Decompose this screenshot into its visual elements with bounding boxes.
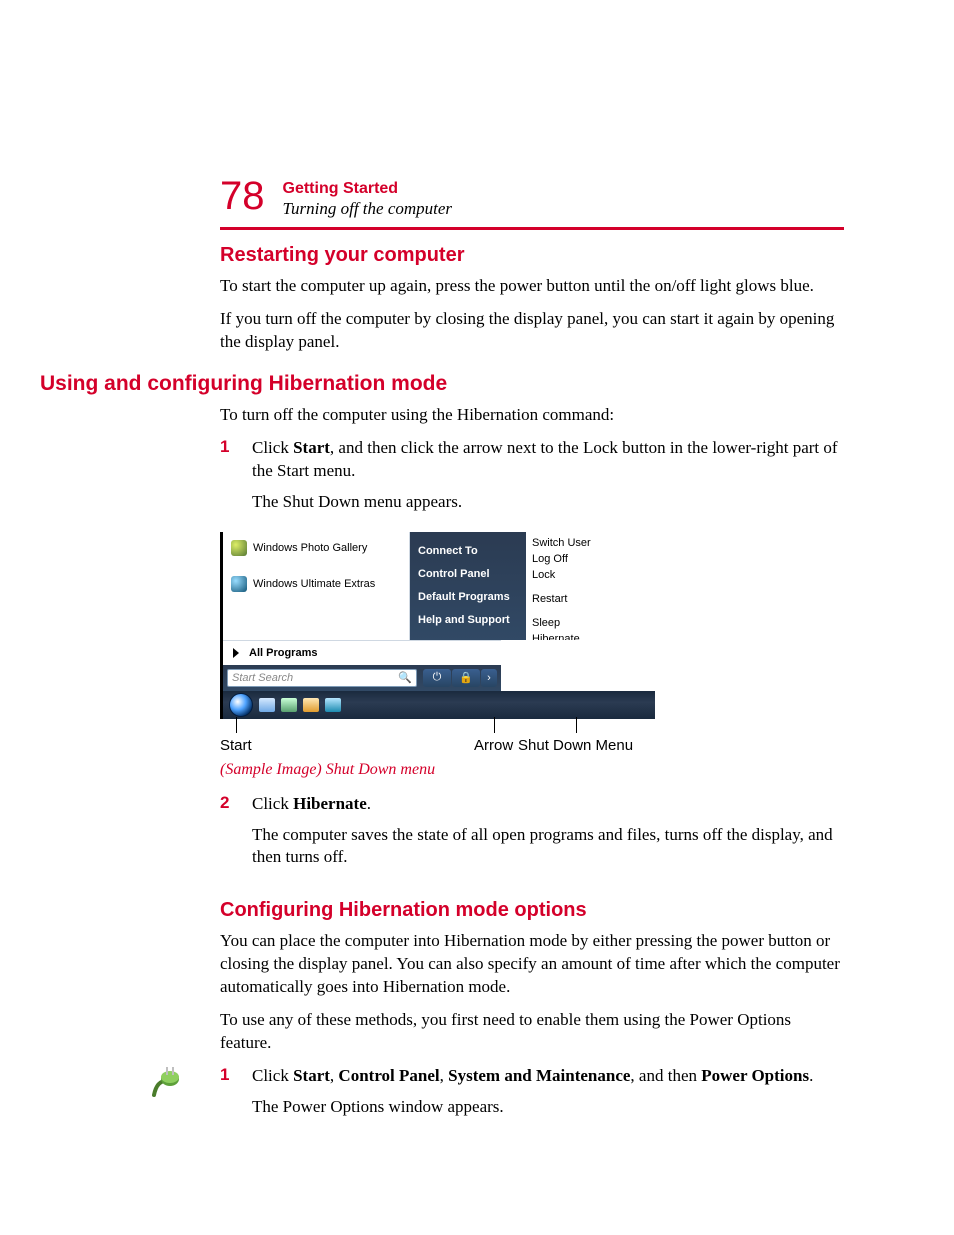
chevron-right-icon: ›: [487, 672, 491, 684]
menu-item[interactable]: Sleep: [532, 616, 649, 630]
menu-item[interactable]: Lock: [532, 568, 649, 582]
all-programs-button[interactable]: All Programs: [223, 640, 501, 665]
shutdown-arrow-button[interactable]: ›: [481, 669, 497, 687]
search-icon: 🔍: [398, 671, 412, 684]
taskbar-icon[interactable]: [259, 698, 275, 712]
taskbar-icon[interactable]: [325, 698, 341, 712]
chapter-title: Getting Started: [283, 180, 845, 198]
menu-item[interactable]: Log Off: [532, 552, 649, 566]
photo-gallery-icon: [231, 540, 247, 556]
taskbar-icon[interactable]: [303, 698, 319, 712]
callout-labels: Start Arrow Shut Down Menu: [220, 719, 652, 759]
paragraph: To turn off the computer using the Hiber…: [220, 404, 844, 427]
power-icon: ⏻: [433, 671, 442, 684]
manual-page: 78 Getting Started Turning off the compu…: [0, 0, 954, 1193]
menu-item[interactable]: Help and Support: [418, 614, 518, 626]
step-text: The computer saves the state of all open…: [252, 824, 844, 870]
step-number: 1: [220, 1065, 232, 1127]
callout: Start: [220, 737, 252, 754]
header-rule: [220, 227, 844, 230]
menu-item[interactable]: Switch User: [532, 536, 649, 550]
step-text: The Power Options window appears.: [252, 1096, 813, 1119]
figure-caption: (Sample Image) Shut Down menu: [220, 761, 652, 779]
running-header: 78 Getting Started Turning off the compu…: [220, 178, 844, 219]
sample-image-shutdown-menu: Windows Photo Gallery Windows Ultimate E…: [220, 532, 652, 779]
power-button[interactable]: ⏻: [423, 669, 451, 687]
start-menu-left-pane: Windows Photo Gallery Windows Ultimate E…: [223, 532, 410, 640]
start-menu-right-pane: Connect To Control Panel Default Program…: [410, 532, 526, 640]
section-title: Turning off the computer: [283, 199, 845, 219]
menu-item[interactable]: Connect To: [418, 545, 518, 557]
step-text: Click Start, and then click the arrow ne…: [252, 437, 844, 483]
lock-icon: 🔒: [459, 671, 473, 684]
paragraph: To start the computer up again, press th…: [220, 275, 844, 298]
taskbar: [223, 691, 655, 719]
step-number: 1: [220, 437, 232, 522]
shutdown-submenu: Switch User Log Off Lock Restart Sleep H…: [526, 532, 655, 640]
step-number: 2: [220, 793, 232, 878]
lock-button[interactable]: 🔒: [452, 669, 480, 687]
power-options-margin-icon: [150, 1065, 186, 1106]
step-text: Click Hibernate.: [252, 793, 844, 816]
step-text: Click Start, Control Panel, System and M…: [252, 1065, 813, 1088]
step-1c: 1 Click Start, Control Panel, System and…: [220, 1065, 844, 1127]
start-menu-screenshot: Windows Photo Gallery Windows Ultimate E…: [220, 532, 655, 719]
triangle-right-icon: [233, 648, 239, 658]
callout: Shut Down Menu: [518, 737, 633, 754]
program-item[interactable]: Windows Photo Gallery: [227, 538, 405, 558]
step-1a: 1 Click Start, and then click the arrow …: [220, 437, 844, 522]
menu-item[interactable]: Default Programs: [418, 591, 518, 603]
ultimate-extras-icon: [231, 576, 247, 592]
callout: Arrow: [474, 737, 513, 754]
heading-restarting: Restarting your computer: [220, 244, 844, 267]
page-number: 78: [220, 176, 265, 216]
paragraph: You can place the computer into Hibernat…: [220, 930, 844, 999]
taskbar-icon[interactable]: [281, 698, 297, 712]
program-item[interactable]: Windows Ultimate Extras: [227, 574, 405, 594]
paragraph: If you turn off the computer by closing …: [220, 308, 844, 354]
heading-configuring-hibernation: Configuring Hibernation mode options: [220, 899, 844, 922]
heading-hibernation: Using and configuring Hibernation mode: [40, 372, 844, 396]
menu-item[interactable]: Restart: [532, 592, 649, 606]
step-text: The Shut Down menu appears.: [252, 491, 844, 514]
start-orb-icon[interactable]: [229, 693, 253, 717]
step-2a: 2 Click Hibernate. The computer saves th…: [220, 793, 844, 878]
start-search-input[interactable]: Start Search 🔍: [227, 669, 417, 687]
menu-item[interactable]: Control Panel: [418, 568, 518, 580]
power-plug-icon: [150, 1065, 186, 1101]
paragraph: To use any of these methods, you first n…: [220, 1009, 844, 1055]
